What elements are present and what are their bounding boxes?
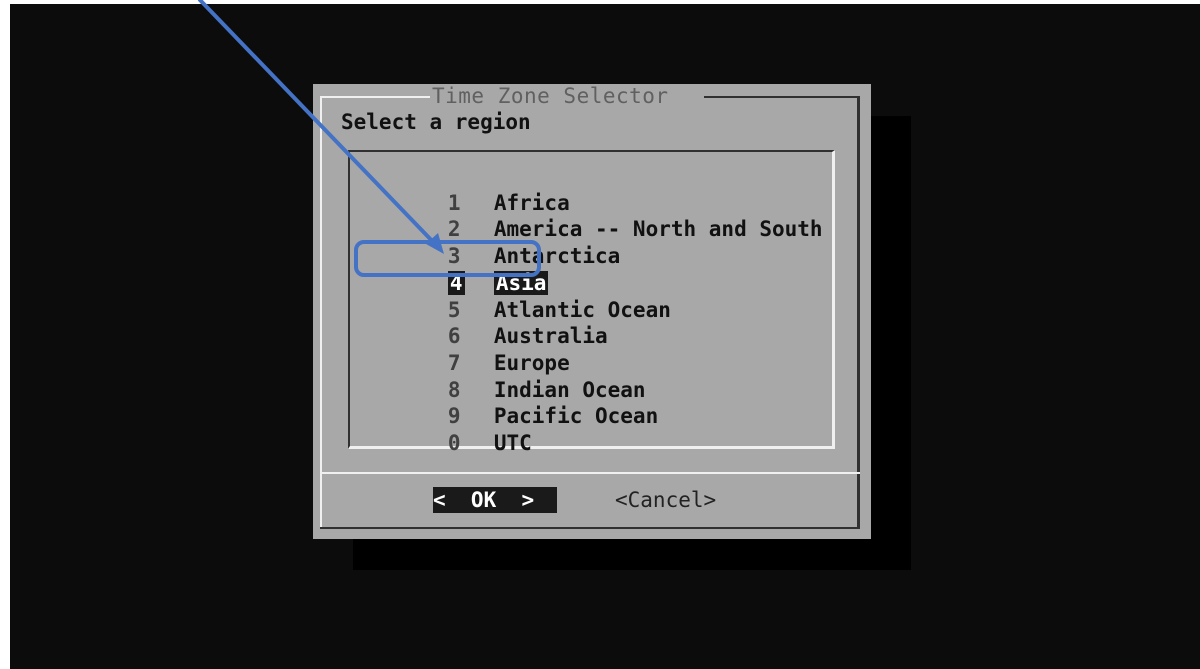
list-item-pacific-ocean[interactable]: 9 Pacific Ocean (372, 377, 658, 428)
cancel-button[interactable]: <Cancel> (615, 487, 716, 513)
dialog-title: Time Zone Selector (432, 84, 669, 108)
ok-button-label: < OK > (433, 488, 535, 512)
list-item-africa[interactable]: 1 Africa (372, 164, 570, 215)
frame-line (320, 96, 430, 98)
list-item-australia[interactable]: 6 Australia (372, 297, 608, 348)
list-item-europe[interactable]: 7 Europe (372, 324, 570, 375)
region-list[interactable]: 1 Africa 2 America -- North and South 3 Ant… (348, 150, 835, 455)
list-item-utc[interactable]: 0 UTC (372, 404, 532, 455)
ok-button[interactable]: < OK > (433, 487, 557, 513)
button-separator (320, 472, 860, 474)
list-item-atlantic-ocean[interactable]: 5 Atlantic Ocean (372, 271, 671, 322)
list-item-number: 0 (447, 431, 461, 455)
list-item-antarctica[interactable]: 3 Antarctica (372, 217, 620, 268)
list-item-asia[interactable]: 4 Asia (372, 244, 549, 295)
list-item-indian-ocean[interactable]: 8 Indian Ocean (372, 351, 646, 402)
time-zone-dialog: Time Zone Selector Select a region 1 Afri… (313, 84, 871, 539)
dialog-prompt: Select a region (341, 110, 531, 134)
frame-line (320, 527, 860, 529)
frame-line (320, 96, 322, 528)
list-item-label: UTC (493, 431, 532, 455)
frame-line (857, 96, 860, 528)
button-row: < OK > <Cancel> (313, 482, 871, 518)
list-item-america[interactable]: 2 America -- North and South (372, 190, 823, 241)
frame-line (704, 96, 858, 98)
